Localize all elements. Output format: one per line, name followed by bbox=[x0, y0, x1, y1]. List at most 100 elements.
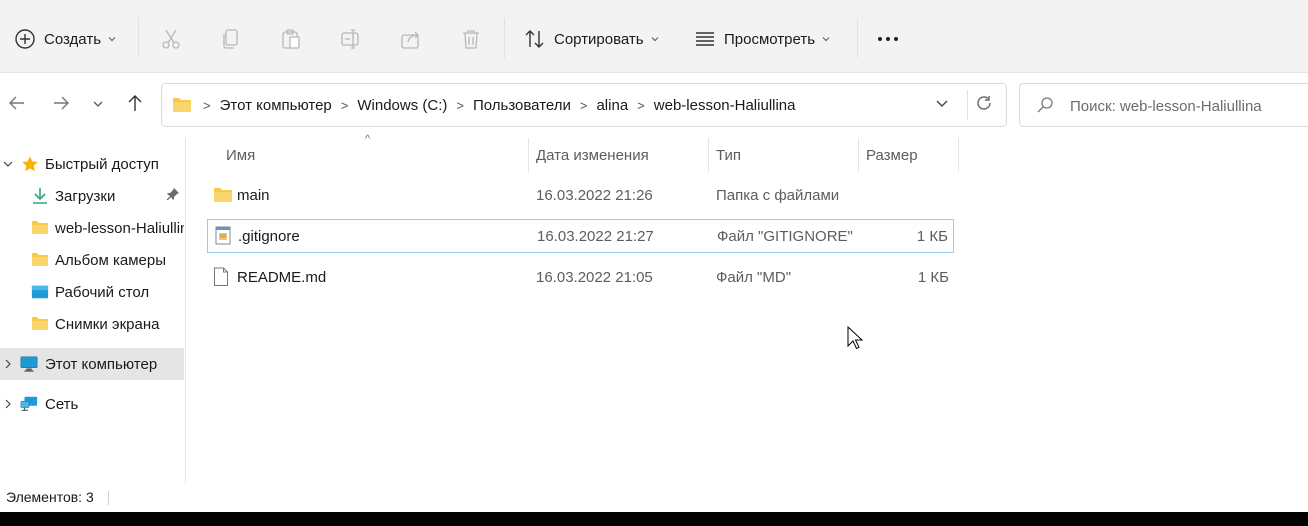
copy-icon bbox=[219, 27, 243, 51]
more-options-button[interactable] bbox=[876, 20, 900, 58]
sidebar-item-screenshots[interactable]: Снимки экрана bbox=[0, 308, 184, 340]
file-row[interactable]: .gitignore 16.03.2022 21:27 Файл "GITIGN… bbox=[207, 219, 954, 253]
rename-button[interactable] bbox=[339, 20, 363, 58]
network-icon bbox=[20, 395, 38, 413]
column-header-size[interactable]: Размер bbox=[860, 138, 958, 172]
plus-circle-icon bbox=[14, 28, 36, 50]
forward-button[interactable] bbox=[46, 88, 76, 122]
file-name: README.md bbox=[237, 268, 327, 286]
trash-icon bbox=[459, 27, 483, 51]
mouse-cursor-icon bbox=[847, 325, 864, 354]
sidebar-item-label: Сеть bbox=[45, 395, 79, 413]
breadcrumb-item[interactable]: Windows (C:) bbox=[357, 97, 447, 114]
search-icon bbox=[1036, 96, 1054, 118]
chevron-right-icon[interactable] bbox=[3, 359, 13, 369]
recent-locations-button[interactable] bbox=[83, 88, 113, 122]
pin-icon[interactable] bbox=[166, 187, 180, 205]
column-header-name[interactable]: Имя bbox=[220, 138, 528, 172]
arrow-up-icon bbox=[126, 94, 144, 116]
chevron-right-icon[interactable] bbox=[3, 399, 13, 409]
breadcrumb: > Этот компьютер > Windows (C:) > Пользо… bbox=[172, 84, 802, 126]
file-row[interactable]: README.md 16.03.2022 21:05 Файл "MD" 1 К… bbox=[207, 261, 954, 295]
chevron-down-icon bbox=[821, 34, 831, 44]
scissors-icon bbox=[159, 27, 183, 51]
breadcrumb-separator-icon[interactable]: > bbox=[580, 98, 588, 113]
command-bar: Создать Сортировать Просмотреть bbox=[0, 0, 1308, 73]
toolbar-divider bbox=[138, 18, 139, 58]
status-bar: Элементов: 3 bbox=[0, 485, 1308, 511]
item-count: Элементов: 3 bbox=[6, 489, 94, 505]
column-resize-handle[interactable] bbox=[528, 138, 529, 172]
sidebar-item-label: Альбом камеры bbox=[55, 251, 166, 269]
sidebar-item-quick-access[interactable]: Быстрый доступ bbox=[0, 148, 184, 180]
file-explorer-window: Создать Сортировать Просмотреть > Этот к… bbox=[0, 0, 1308, 512]
breadcrumb-item[interactable]: Этот компьютер bbox=[220, 97, 332, 114]
share-icon bbox=[399, 27, 423, 51]
back-button[interactable] bbox=[2, 88, 32, 122]
file-type: Файл "MD" bbox=[716, 268, 792, 286]
search-box[interactable] bbox=[1019, 83, 1308, 127]
breadcrumb-separator-icon: > bbox=[203, 97, 211, 113]
file-row[interactable]: main 16.03.2022 21:26 Папка с файлами bbox=[207, 179, 954, 213]
file-date: 16.03.2022 21:27 bbox=[537, 227, 654, 245]
folder-icon bbox=[31, 251, 49, 269]
copy-button[interactable] bbox=[219, 20, 243, 58]
share-button[interactable] bbox=[399, 20, 423, 58]
column-header-row: Имя Дата изменения Тип Размер bbox=[210, 138, 960, 172]
computer-icon bbox=[20, 355, 38, 373]
column-header-label: Дата изменения bbox=[536, 146, 649, 164]
breadcrumb-separator-icon[interactable]: > bbox=[637, 98, 645, 113]
status-divider bbox=[108, 491, 109, 505]
cut-button[interactable] bbox=[159, 20, 183, 58]
ellipsis-icon bbox=[876, 27, 900, 51]
sidebar-item-this-pc[interactable]: Этот компьютер bbox=[0, 348, 184, 380]
file-size: 1 КБ bbox=[916, 227, 948, 245]
sidebar-item-label: Рабочий стол bbox=[55, 283, 150, 301]
up-button[interactable] bbox=[120, 88, 150, 122]
breadcrumb-separator-icon[interactable]: > bbox=[456, 98, 464, 113]
column-header-label: Размер bbox=[866, 146, 918, 164]
file-type: Папка с файлами bbox=[716, 186, 840, 204]
chevron-down-icon bbox=[92, 97, 104, 114]
refresh-button[interactable] bbox=[972, 93, 996, 117]
sidebar-item-label: Этот компьютер bbox=[45, 355, 158, 373]
navigation-pane: Быстрый доступ Загрузки web-lesson-Haliu… bbox=[0, 138, 186, 483]
address-bar[interactable]: > Этот компьютер > Windows (C:) > Пользо… bbox=[161, 83, 1007, 127]
file-date: 16.03.2022 21:26 bbox=[536, 186, 653, 204]
config-file-icon bbox=[214, 226, 232, 245]
sidebar-item-label: web-lesson-Haliullina bbox=[55, 219, 184, 237]
address-history-button[interactable] bbox=[930, 94, 954, 116]
breadcrumb-item[interactable]: Пользователи bbox=[473, 97, 571, 114]
list-view-icon bbox=[694, 28, 716, 50]
file-date: 16.03.2022 21:05 bbox=[536, 268, 653, 286]
search-input[interactable] bbox=[1070, 96, 1308, 116]
sidebar-item-camera-roll[interactable]: Альбом камеры bbox=[0, 244, 184, 276]
column-resize-handle[interactable] bbox=[958, 138, 959, 172]
column-resize-handle[interactable] bbox=[858, 138, 859, 172]
view-button-label: Просмотреть bbox=[724, 30, 816, 48]
sidebar-item-desktop[interactable]: Рабочий стол bbox=[0, 276, 184, 308]
new-button[interactable]: Создать bbox=[14, 20, 117, 58]
breadcrumb-item[interactable]: web-lesson-Haliullina bbox=[654, 97, 796, 114]
column-header-label: Имя bbox=[226, 146, 256, 164]
folder-icon bbox=[31, 219, 49, 237]
chevron-down-icon[interactable] bbox=[3, 159, 13, 169]
sort-button[interactable]: Сортировать bbox=[524, 20, 660, 58]
document-icon bbox=[213, 267, 231, 286]
sidebar-item-network[interactable]: Сеть bbox=[0, 388, 184, 420]
chevron-down-icon bbox=[935, 96, 949, 114]
sidebar-item-label: Быстрый доступ bbox=[45, 155, 159, 173]
address-divider bbox=[967, 90, 968, 120]
view-button[interactable]: Просмотреть bbox=[694, 20, 831, 58]
column-resize-handle[interactable] bbox=[708, 138, 709, 172]
breadcrumb-item[interactable]: alina bbox=[596, 97, 628, 114]
column-header-date[interactable]: Дата изменения bbox=[530, 138, 708, 172]
delete-button[interactable] bbox=[459, 20, 483, 58]
sidebar-item-web-lesson[interactable]: web-lesson-Haliullina bbox=[0, 212, 184, 244]
column-header-type[interactable]: Тип bbox=[710, 138, 858, 172]
breadcrumb-separator-icon[interactable]: > bbox=[341, 98, 349, 113]
paste-button[interactable] bbox=[279, 20, 303, 58]
toolbar-divider bbox=[857, 18, 858, 58]
sidebar-item-downloads[interactable]: Загрузки bbox=[0, 180, 184, 212]
arrow-right-icon bbox=[52, 94, 70, 116]
